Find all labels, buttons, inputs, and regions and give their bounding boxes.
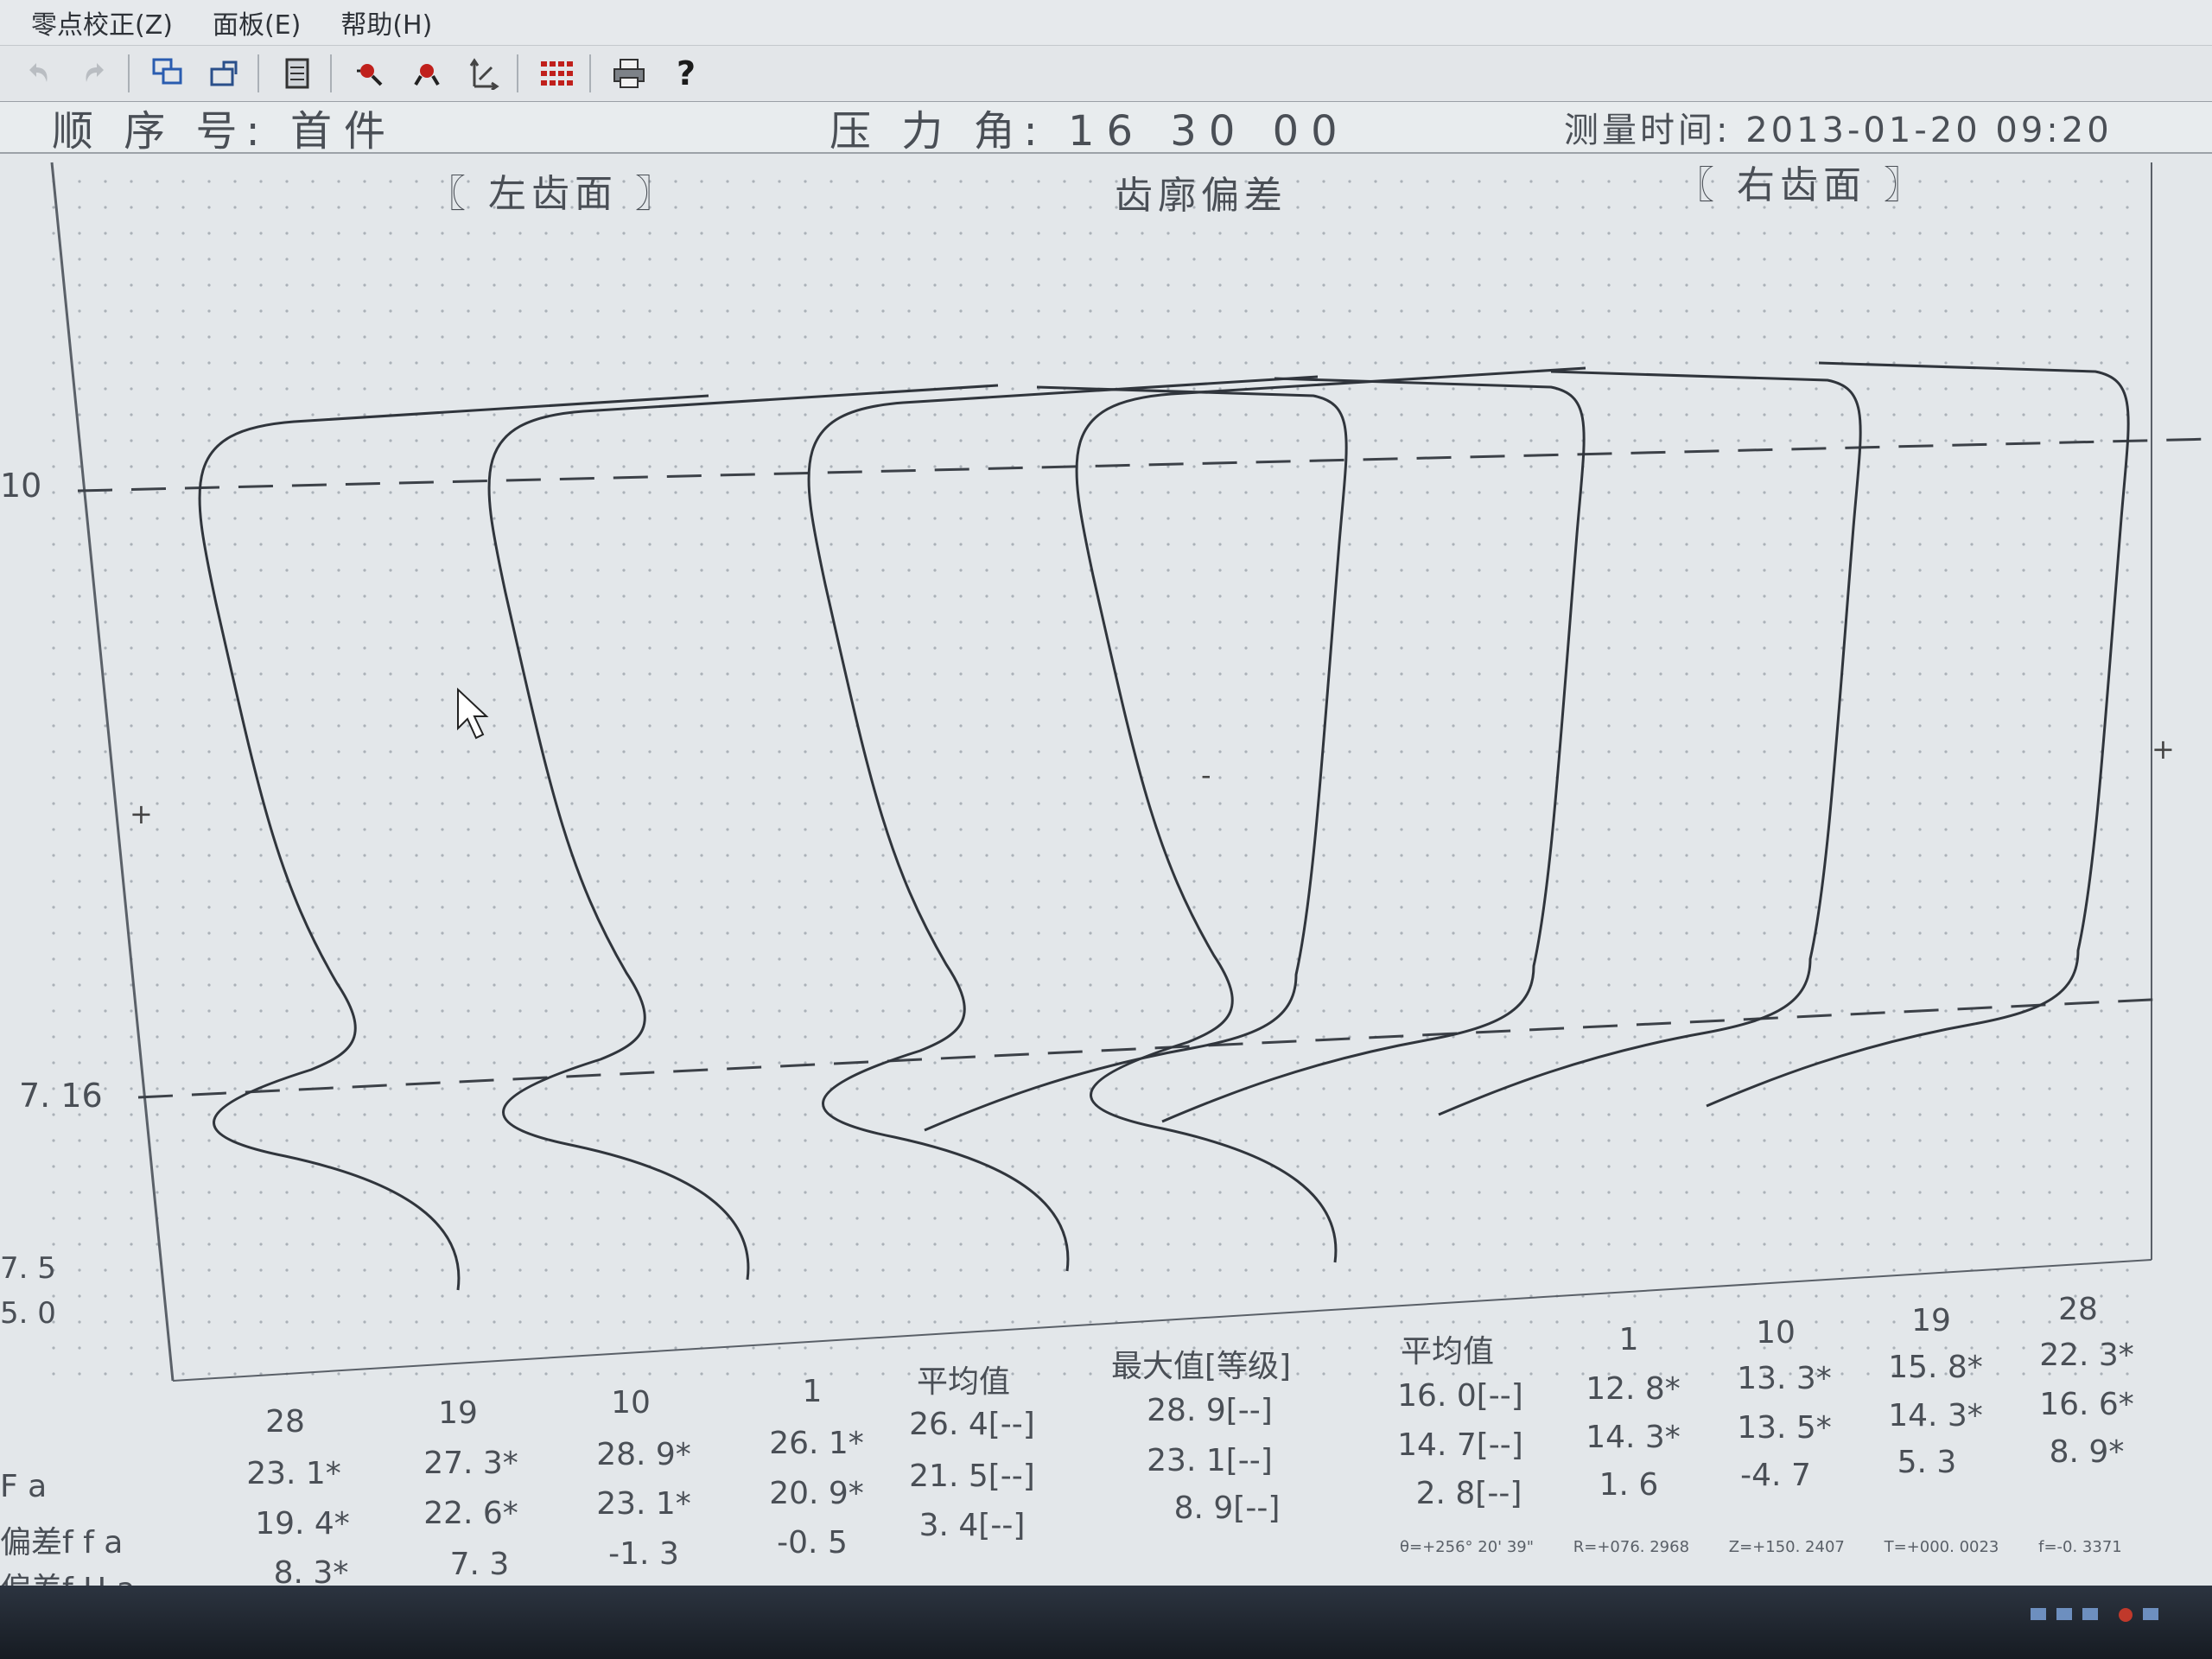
minus-marker: - [1201, 759, 1211, 791]
sequence-number: 顺 序 号: 首件 [52, 102, 397, 154]
right-col-header-28: 28 [2058, 1292, 2098, 1327]
right-average-ffa: 14. 7[--] [1397, 1427, 1523, 1463]
left-average-fa: 26. 4[--] [909, 1407, 1035, 1442]
measure-time-value: 2013-01-20 09:20 [1745, 111, 2113, 150]
max-fa: 28. 9[--] [1147, 1393, 1273, 1428]
chart-grid [52, 162, 2152, 1389]
right-fha-19: 5. 3 [1897, 1445, 1957, 1480]
measure-time: 测量时间: 2013-01-20 09:20 [1564, 102, 2113, 152]
menu-bar: 零点校正(Z) 面板(E) 帮助(H) [0, 0, 2212, 46]
axis-icon[interactable] [465, 54, 503, 92]
plus-marker: + [2152, 733, 2175, 766]
redo-icon[interactable] [76, 54, 114, 92]
right-ffa-10: 13. 5* [1737, 1410, 1832, 1446]
left-fa-19: 27. 3* [423, 1446, 518, 1481]
sequence-number-label: 顺 序 号: [52, 107, 269, 154]
right-fha-1: 1. 6 [1599, 1467, 1659, 1503]
right-fha-28: 8. 9* [2049, 1434, 2125, 1470]
menu-zero-calibration[interactable]: 零点校正(Z) [31, 3, 173, 41]
sequence-number-value: 首件 [289, 107, 397, 154]
right-col-header-10: 10 [1756, 1315, 1796, 1351]
left-flank-title: 〖 左齿面 〗 [428, 172, 678, 216]
probe-icon[interactable] [351, 54, 389, 92]
right-average-fa: 16. 0[--] [1397, 1378, 1523, 1414]
header-strip: 顺 序 号: 首件 压 力 角: 16 30 00 测量时间: 2013-01-… [0, 102, 2212, 154]
right-fa-10: 13. 3* [1737, 1361, 1832, 1396]
status-z: Z=+150. 2407 [1728, 1538, 1845, 1556]
left-fha-10: -1. 3 [608, 1536, 679, 1572]
left-fha-1: -0. 5 [777, 1525, 848, 1560]
y-label-10: 10 [0, 467, 42, 505]
right-average-fha: 2. 8[--] [1415, 1476, 1522, 1511]
system-tray [2031, 1603, 2186, 1633]
max-grade-header: 最大值[等级] [1110, 1349, 1292, 1384]
right-ffa-28: 16. 6* [2039, 1387, 2134, 1422]
windows-icon[interactable] [149, 54, 187, 92]
right-ffa-19: 14. 3* [1888, 1398, 1983, 1433]
left-average-ffa: 21. 5[--] [909, 1459, 1035, 1494]
left-fa-10: 28. 9* [596, 1437, 691, 1472]
left-col-header-1: 1 [802, 1374, 823, 1409]
print-icon[interactable] [610, 54, 648, 92]
left-fa-28: 23. 1* [246, 1456, 341, 1491]
status-t: T=+000. 0023 [1884, 1538, 1999, 1556]
scale-label-a: 7. 5 [0, 1251, 56, 1286]
y-label-7-16: 7. 16 [19, 1077, 103, 1115]
left-average-header: 平均值 [916, 1364, 1010, 1400]
max-ffa: 23. 1[--] [1147, 1443, 1273, 1478]
toolbar-separator [589, 54, 591, 92]
left-ffa-1: 20. 9* [769, 1476, 864, 1511]
status-f: f=-0. 3371 [2038, 1538, 2122, 1556]
help-icon[interactable]: ? [667, 54, 705, 92]
open-icon[interactable] [206, 54, 244, 92]
report-icon[interactable] [278, 54, 316, 92]
toolbar: ? [0, 46, 2212, 103]
help-glyph: ? [676, 54, 696, 92]
left-ffa-19: 22. 6* [423, 1496, 518, 1531]
left-col-header-19: 19 [438, 1395, 478, 1431]
left-ffa-10: 23. 1* [596, 1486, 691, 1522]
menu-help[interactable]: 帮助(H) [340, 3, 432, 41]
right-col-header-1: 1 [1618, 1322, 1639, 1357]
taskbar [0, 1586, 2212, 1659]
right-fa-1: 12. 8* [1586, 1371, 1681, 1407]
left-fa-1: 26. 1* [769, 1426, 864, 1461]
row-label-fa: F a [0, 1469, 48, 1504]
right-ffa-1: 14. 3* [1586, 1420, 1681, 1455]
right-fha-10: -4. 7 [1740, 1458, 1811, 1493]
right-average-header: 平均值 [1400, 1334, 1494, 1370]
status-theta: θ=+256° 20' 39" [1400, 1538, 1535, 1556]
right-fa-19: 15. 8* [1888, 1350, 1983, 1385]
profile-deviation-title: 齿廓偏差 [1115, 174, 1287, 218]
left-col-header-28: 28 [265, 1404, 305, 1440]
status-r: R=+076. 2968 [1573, 1538, 1690, 1556]
toolbar-separator [330, 54, 332, 92]
scale-label-b: 5. 0 [0, 1296, 56, 1331]
probe2-icon[interactable] [408, 54, 446, 92]
status-bar: θ=+256° 20' 39" R=+076. 2968 Z=+150. 240… [1400, 1538, 2212, 1573]
toolbar-separator [517, 54, 518, 92]
pressure-angle: 压 力 角: 16 30 00 [830, 102, 1350, 154]
grid-icon[interactable] [537, 54, 575, 92]
left-ffa-28: 19. 4* [255, 1506, 350, 1541]
pressure-angle-value: 16 30 00 [1067, 107, 1350, 154]
plus-marker: + [130, 798, 153, 830]
right-fa-28: 22. 3* [2039, 1338, 2134, 1373]
left-col-header-10: 10 [611, 1385, 651, 1421]
measure-time-label: 测量时间: [1564, 111, 1732, 150]
left-average-fha: 3. 4[--] [918, 1508, 1026, 1543]
row-label-ffa: 偏差f f a [0, 1525, 124, 1560]
toolbar-separator [128, 54, 130, 92]
toolbar-separator [257, 54, 259, 92]
undo-icon[interactable] [19, 54, 57, 92]
pressure-angle-label: 压 力 角: [830, 107, 1046, 154]
right-flank-title: 〖 右齿面 〗 [1676, 163, 1927, 207]
left-fha-19: 7. 3 [449, 1547, 510, 1582]
max-fha: 8. 9[--] [1173, 1491, 1281, 1526]
right-col-header-19: 19 [1911, 1303, 1951, 1338]
menu-panel[interactable]: 面板(E) [213, 3, 301, 41]
